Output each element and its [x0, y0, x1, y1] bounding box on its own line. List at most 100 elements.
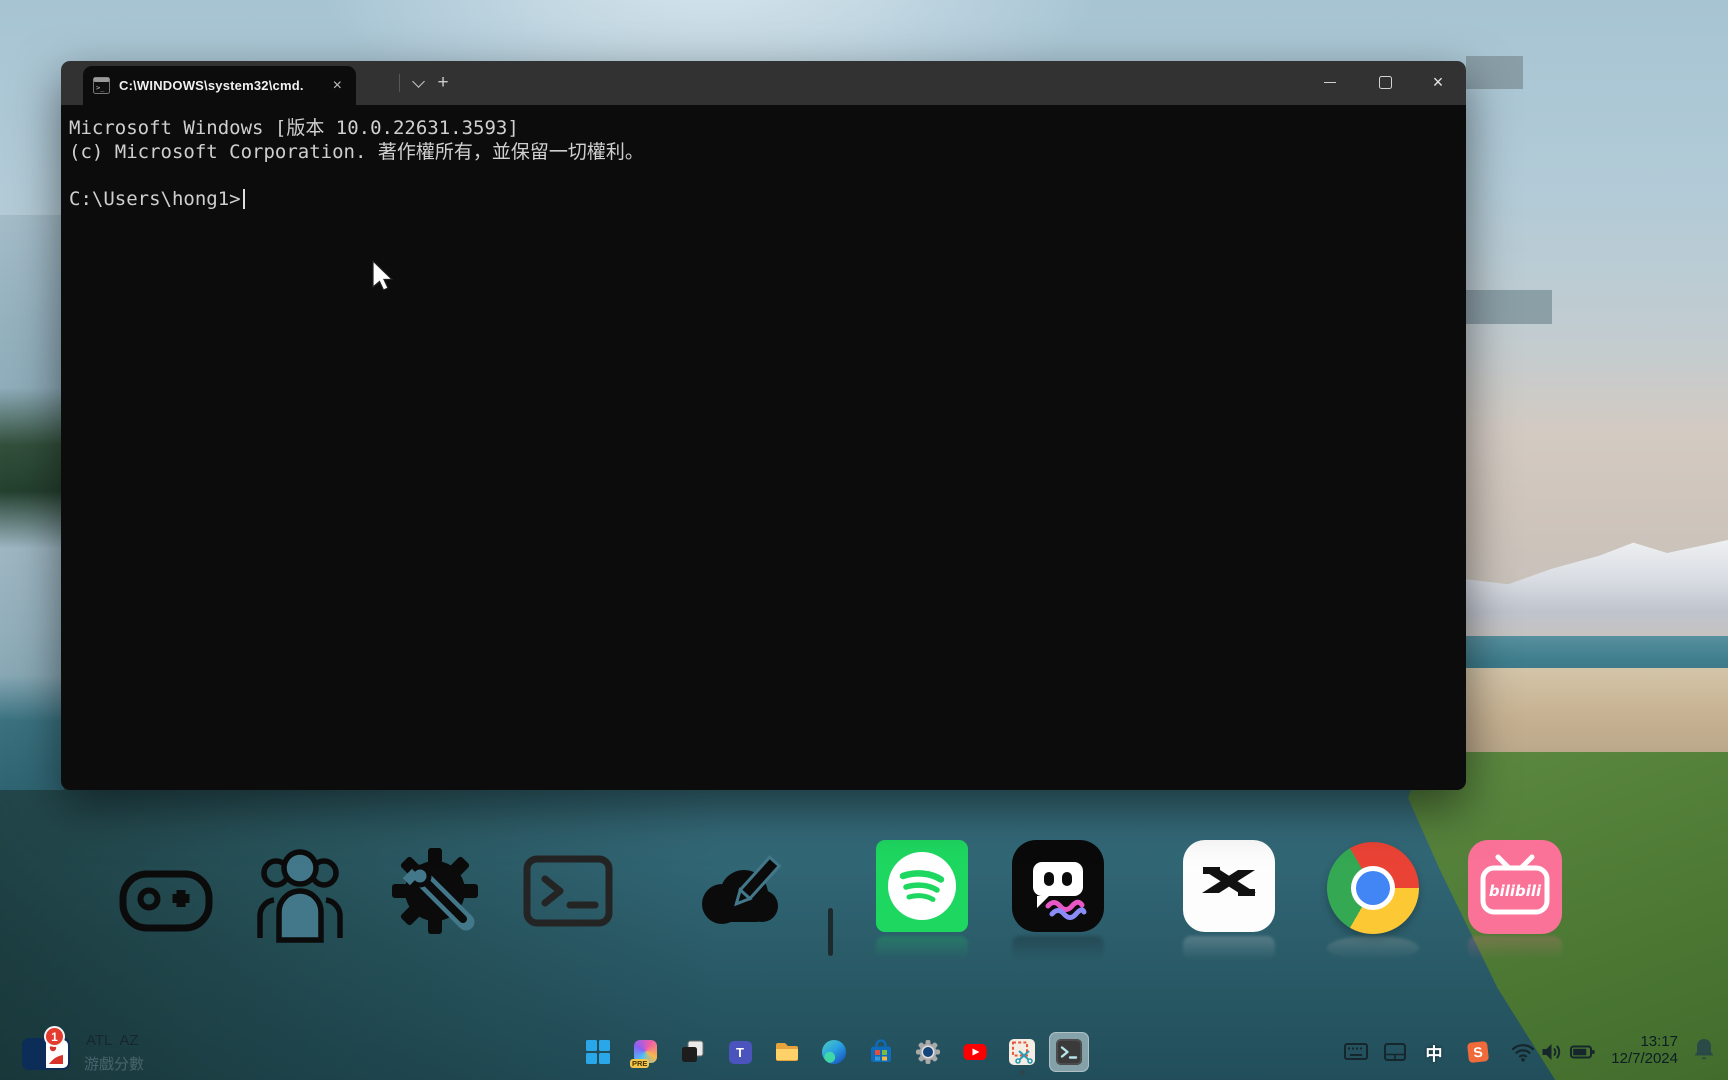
wallpaper-cliff [0, 215, 64, 790]
terminal-line-2: (c) Microsoft Corporation. 著作權所有，並保留一切權利… [69, 140, 644, 163]
teams-icon: T [728, 1040, 752, 1064]
capcut-reflection [1183, 936, 1275, 960]
maximize-button[interactable] [1362, 61, 1408, 103]
capcut-icon [1183, 840, 1275, 932]
bilibili-reflection [1468, 936, 1562, 960]
notification-badge: 1 [44, 1026, 65, 1047]
tab-dropdown-button[interactable] [403, 61, 433, 105]
bilibili-icon: bilibili [1468, 840, 1562, 934]
ghost-panel-top [1466, 56, 1523, 89]
chrome-icon-center [1356, 871, 1390, 905]
minimize-icon [1324, 81, 1336, 83]
widget-scores-teams: ATL AZ [86, 1032, 139, 1049]
dock-divider [828, 908, 833, 956]
settings-gear-icon [916, 1040, 940, 1064]
tabbar-separator [399, 74, 400, 92]
dock-item-notes[interactable] [694, 852, 784, 937]
cloud-pencil-icon [702, 855, 782, 924]
svg-text:>_: >_ [96, 84, 105, 92]
dock-item-capcut[interactable] [1183, 840, 1275, 937]
touch-keyboard-button[interactable] [1344, 1041, 1368, 1063]
terminal-tab[interactable]: >_ C:\WINDOWS\system32\cmd. × [83, 66, 356, 105]
taskbar-settings-button[interactable] [915, 1039, 941, 1065]
tab-title: C:\WINDOWS\system32\cmd. [119, 78, 304, 93]
touchpad-icon [1384, 1043, 1406, 1061]
terminal-window: >_ C:\WINDOWS\system32\cmd. × + × Micros… [61, 61, 1466, 790]
cmd-icon: >_ [93, 77, 110, 94]
taskbar-terminal-button[interactable] [1056, 1039, 1082, 1065]
taskbar-clock[interactable]: 13:17 12/7/2024 [1596, 1033, 1678, 1067]
dock-item-spotify[interactable] [876, 840, 968, 937]
battery-icon [1570, 1045, 1595, 1059]
widget-scores-label: 游戲分數 [84, 1056, 145, 1073]
robot-chat-icon [1012, 840, 1104, 932]
terminal-prompt-line: C:\Users\hong1> [69, 188, 1456, 212]
wifi-button[interactable] [1511, 1041, 1535, 1063]
dock-item-contacts[interactable] [250, 842, 350, 949]
notification-bell-button[interactable] [1692, 1037, 1716, 1068]
mouse-cursor [372, 259, 394, 297]
task-view-icon [682, 1040, 704, 1062]
taskbar-file-explorer-button[interactable] [774, 1039, 800, 1065]
ime-language-button[interactable]: 中 [1423, 1041, 1445, 1064]
text-cursor [242, 189, 246, 210]
close-icon: × [1432, 72, 1444, 92]
close-button[interactable]: × [1415, 61, 1461, 103]
taskbar-youtube-button[interactable] [962, 1039, 988, 1065]
minimize-button[interactable] [1307, 61, 1353, 103]
keyboard-icon [1344, 1043, 1368, 1060]
terminal-output[interactable]: Microsoft Windows [版本 10.0.22631.3593] (… [61, 105, 1466, 790]
taskbar-task-view-button[interactable] [680, 1039, 706, 1065]
desktop: bilibili >_ C:\WINDOWS\system32\cmd. × + [0, 0, 1728, 1080]
sogou-letter: S [1472, 1043, 1484, 1061]
tray-time: 13:17 [1640, 1033, 1678, 1050]
copilot-pre-badge: PRE [630, 1058, 650, 1068]
terminal-prompt: C:\Users\hong1> [69, 187, 241, 210]
terminal-line-1: Microsoft Windows [版本 10.0.22631.3593] [69, 117, 519, 139]
sogou-ime-button[interactable]: S [1467, 1041, 1489, 1063]
windows-start-icon [586, 1040, 610, 1064]
ghost-panel-mid [1460, 290, 1552, 324]
taskbar-snipping-button[interactable] [1009, 1039, 1035, 1065]
people-group-icon [257, 849, 343, 943]
dock-item-bilibili[interactable]: bilibili [1468, 840, 1562, 939]
touchpad-button[interactable] [1383, 1041, 1407, 1063]
bell-icon [1694, 1039, 1714, 1060]
wifi-icon [1511, 1044, 1535, 1062]
terminal-outline-icon [523, 855, 613, 927]
sogou-icon: S [1467, 1041, 1489, 1063]
taskbar-store-button[interactable] [868, 1039, 894, 1065]
dock-item-terminal[interactable] [523, 854, 613, 933]
window-titlebar[interactable]: >_ C:\WINDOWS\system32\cmd. × + × [61, 61, 1466, 105]
teams-letter: T [736, 1044, 744, 1060]
microsoft-store-icon [871, 1039, 891, 1062]
gear-wrench-icon [392, 848, 478, 934]
maximize-icon [1378, 75, 1392, 89]
snipping-running-indicator [1020, 1070, 1025, 1075]
dock-item-games[interactable] [118, 862, 214, 943]
dock-item-tools[interactable] [392, 848, 478, 939]
speaker-icon [1542, 1044, 1561, 1060]
spotify-icon [876, 840, 968, 932]
bilibili-label: bilibili [1489, 882, 1542, 900]
volume-button[interactable] [1540, 1041, 1564, 1063]
gamepad-icon [119, 870, 213, 932]
taskbar-copilot-button[interactable]: PRE [630, 1039, 659, 1068]
tab-close-button[interactable]: × [329, 76, 346, 96]
dock-item-chatbot[interactable] [1012, 840, 1104, 937]
edge-icon [822, 1040, 846, 1064]
robot-reflection [1012, 936, 1104, 960]
taskbar-start-button[interactable] [585, 1039, 611, 1065]
spotify-reflection [876, 936, 968, 960]
terminal-app-icon [1056, 1039, 1082, 1065]
battery-button[interactable] [1570, 1041, 1596, 1063]
ime-indicator: 中 [1425, 1044, 1443, 1064]
widgets-button[interactable]: 1 ATL AZ 游戲分數 [20, 1024, 190, 1078]
taskbar-teams-button[interactable]: T [727, 1039, 753, 1065]
tray-date: 12/7/2024 [1611, 1050, 1678, 1067]
taskbar-edge-button[interactable] [821, 1039, 847, 1065]
dock-item-chrome[interactable] [1327, 842, 1419, 934]
youtube-icon [963, 1044, 987, 1060]
snipping-tool-icon [1009, 1039, 1035, 1065]
